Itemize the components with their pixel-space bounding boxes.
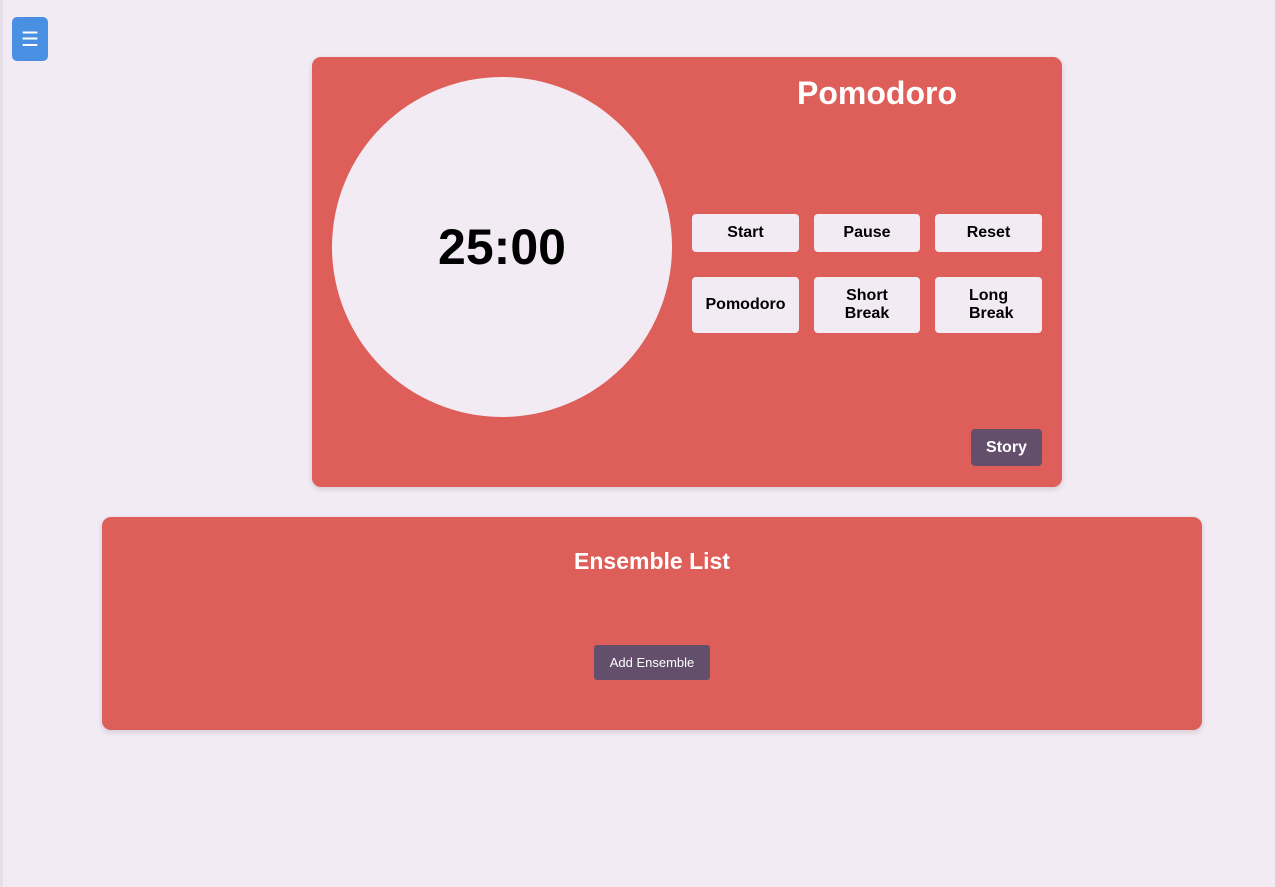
pomodoro-card: 25:00 Pomodoro Start Pause Reset Pomodor… bbox=[312, 57, 1062, 487]
pomodoro-title: Pomodoro bbox=[797, 75, 957, 111]
ensemble-list-card: Ensemble List Add Ensemble bbox=[102, 517, 1202, 730]
ensemble-list-title: Ensemble List bbox=[574, 548, 730, 574]
story-button[interactable]: Story bbox=[971, 429, 1042, 466]
hamburger-menu-icon: ☰ bbox=[21, 28, 39, 51]
reset-button[interactable]: Reset bbox=[935, 214, 1042, 252]
pause-button[interactable]: Pause bbox=[814, 214, 920, 252]
start-button[interactable]: Start bbox=[692, 214, 799, 252]
timer-display: 25:00 bbox=[438, 219, 566, 275]
pomodoro-mode-button[interactable]: Pomodoro bbox=[692, 277, 799, 333]
timer-circle: 25:00 bbox=[332, 77, 672, 417]
long-break-button[interactable]: Long Break bbox=[935, 277, 1042, 333]
short-break-button[interactable]: Short Break bbox=[814, 277, 920, 333]
add-ensemble-button[interactable]: Add Ensemble bbox=[594, 645, 710, 680]
menu-button[interactable]: ☰ bbox=[12, 17, 48, 61]
